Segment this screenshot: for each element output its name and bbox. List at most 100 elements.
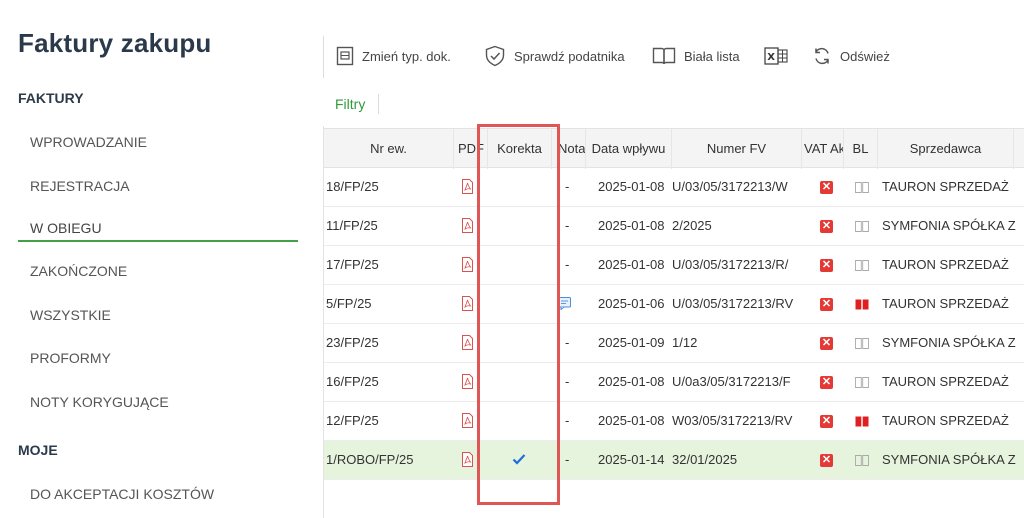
white-list-book-icon[interactable] <box>855 182 869 193</box>
white-list-button[interactable]: Biała lista <box>652 40 740 72</box>
cell-numer-fv: W03/05/3172213/RV <box>672 413 793 428</box>
sidebar-item-noty-korygujace[interactable]: NOTY KORYGUJĄCE <box>30 394 298 410</box>
refresh-label: Odśwież <box>840 48 890 64</box>
col-nr-ew[interactable]: Nr ew. <box>324 129 454 169</box>
cell-sprzedawca: TAURON SPRZEDAŻ <box>882 257 1009 272</box>
sidebar: Faktury zakupu FAKTURY WPROWADZANIE REJE… <box>0 0 312 518</box>
cell-numer-fv: 32/01/2025 <box>672 452 738 467</box>
excel-icon: X <box>764 47 788 65</box>
cell-sprzedawca: SYMFONIA SPÓŁKA Z <box>882 335 1016 350</box>
pdf-icon[interactable] <box>462 374 473 389</box>
sidebar-item-w-obiegu[interactable]: W OBIEGU <box>30 220 298 236</box>
vat-error-icon: ✕ <box>820 415 833 428</box>
vat-error-icon: ✕ <box>820 376 833 389</box>
col-numer-fv[interactable]: Numer FV <box>672 129 802 169</box>
verify-taxpayer-label: Sprawdź podatnika <box>514 48 625 64</box>
book-icon <box>652 47 676 65</box>
cell-nota: - <box>565 218 570 233</box>
table-row[interactable]: 12/FP/25 - 2025-01-08 W03/05/3172213/RV ✕ TAU… <box>324 402 1024 441</box>
cell-sprzedawca: SYMFONIA SPÓŁKA Z <box>882 452 1016 467</box>
sidebar-item-rejestracja[interactable]: REJESTRACJA <box>30 178 298 194</box>
cell-data-wplywu: 2025-01-08 <box>598 257 665 272</box>
table-row[interactable]: 5/FP/25 2025-01-06 U/03/05/3172213/RV ✕ TAUR… <box>324 285 1024 324</box>
vat-error-icon: ✕ <box>820 220 833 233</box>
svg-text:X: X <box>767 52 775 63</box>
cell-data-wplywu: 2025-01-14 <box>598 452 665 467</box>
cell-data-wplywu: 2025-01-08 <box>598 413 665 428</box>
table-row[interactable]: 16/FP/25 - 2025-01-08 U/0a3/05/3172213/F ✕ TA… <box>324 363 1024 402</box>
cell-data-wplywu: 2025-01-08 <box>598 179 665 194</box>
pdf-icon[interactable] <box>462 296 473 311</box>
cell-nota: - <box>565 374 570 389</box>
white-list-book-icon[interactable] <box>855 221 869 232</box>
note-icon[interactable] <box>558 297 571 310</box>
table-row[interactable]: 1/ROBO/FP/25 - 2025-01-14 32/01/2025 ✕ SYMFON… <box>324 441 1024 480</box>
sidebar-item-wprowadzanie[interactable]: WPROWADZANIE <box>30 134 298 150</box>
cell-sprzedawca: TAURON SPRZEDAŻ <box>882 179 1009 194</box>
table-row[interactable]: 17/FP/25 - 2025-01-08 U/03/05/3172213/R/ ✕ TA… <box>324 246 1024 285</box>
col-nota[interactable]: Nota <box>552 129 586 169</box>
sidebar-item-zakonczone[interactable]: ZAKOŃCZONE <box>30 263 298 279</box>
cell-nr-ew: 5/FP/25 <box>326 296 372 311</box>
pdf-icon[interactable] <box>462 452 473 467</box>
white-list-red-book-icon[interactable] <box>855 416 869 427</box>
filters-link[interactable]: Filtry <box>335 96 365 112</box>
cell-nr-ew: 1/ROBO/FP/25 <box>326 452 414 467</box>
cell-data-wplywu: 2025-01-06 <box>598 296 665 311</box>
vat-error-icon: ✕ <box>820 337 833 350</box>
col-data-wplywu[interactable]: Data wpływu <box>586 129 672 169</box>
check-icon <box>512 454 526 465</box>
page-title: Faktury zakupu <box>18 28 212 58</box>
col-vat-ak[interactable]: VAT Ak <box>802 129 844 169</box>
white-list-red-book-icon[interactable] <box>855 299 869 310</box>
pdf-icon[interactable] <box>462 335 473 350</box>
cell-sprzedawca: TAURON SPRZEDAŻ <box>882 296 1009 311</box>
vat-error-icon: ✕ <box>820 298 833 311</box>
cell-nr-ew: 17/FP/25 <box>326 257 379 272</box>
cell-nr-ew: 23/FP/25 <box>326 335 379 350</box>
change-type-button[interactable]: Zmień typ. dok. <box>336 40 451 72</box>
cell-sprzedawca: SYMFONIA SPÓŁKA Z <box>882 218 1016 233</box>
change-type-label: Zmień typ. dok. <box>362 48 451 64</box>
cell-nota: - <box>565 257 570 272</box>
cell-data-wplywu: 2025-01-08 <box>598 374 665 389</box>
table-row[interactable]: 18/FP/25 - 2025-01-08 U/03/05/3172213/W ✕ TAU… <box>324 168 1024 207</box>
white-list-book-icon[interactable] <box>855 377 869 388</box>
cell-sprzedawca: TAURON SPRZEDAŻ <box>882 374 1009 389</box>
sidebar-item-wszystkie[interactable]: WSZYSTKIE <box>30 307 298 323</box>
cell-nr-ew: 12/FP/25 <box>326 413 379 428</box>
cell-data-wplywu: 2025-01-08 <box>598 218 665 233</box>
col-korekta[interactable]: Korekta <box>488 129 552 169</box>
sidebar-item-do-akceptacji-kosztow[interactable]: DO AKCEPTACJI KOSZTÓW <box>30 486 298 502</box>
document-type-icon <box>336 46 354 66</box>
refresh-icon <box>815 47 829 65</box>
col-bl[interactable]: BL <box>844 129 878 169</box>
col-sprzedawca[interactable]: Sprzedawca <box>878 129 1014 169</box>
table-row[interactable]: 23/FP/25 - 2025-01-09 1/12 ✕ SYMFONIA SPÓŁKA … <box>324 324 1024 363</box>
white-list-book-icon[interactable] <box>855 260 869 271</box>
cell-numer-fv: 1/12 <box>672 335 698 350</box>
col-pdf[interactable]: PDF <box>454 129 488 169</box>
white-list-book-icon[interactable] <box>855 338 869 349</box>
white-list-book-icon[interactable] <box>855 455 869 466</box>
cell-numer-fv: 2/2025 <box>672 218 712 233</box>
sidebar-item-proformy[interactable]: PROFORMY <box>30 350 298 366</box>
toolbar-separator <box>323 36 324 78</box>
section-faktury: FAKTURY <box>18 90 84 106</box>
section-moje: MOJE <box>18 442 58 458</box>
cell-data-wplywu: 2025-01-09 <box>598 335 665 350</box>
cell-nr-ew: 16/FP/25 <box>326 374 379 389</box>
cell-numer-fv: U/0a3/05/3172213/F <box>672 374 791 389</box>
pdf-icon[interactable] <box>462 413 473 428</box>
shield-check-icon <box>485 45 505 67</box>
verify-taxpayer-button[interactable]: Sprawdź podatnika <box>484 40 625 72</box>
pdf-icon[interactable] <box>462 257 473 272</box>
pdf-icon[interactable] <box>462 218 473 233</box>
cell-numer-fv: U/03/05/3172213/W <box>672 179 788 194</box>
table-row[interactable]: 11/FP/25 - 2025-01-08 2/2025 ✕ SYMFONIA SPÓŁK… <box>324 207 1024 246</box>
refresh-button[interactable]: Odśwież <box>812 40 890 72</box>
export-excel-button[interactable]: X <box>764 40 796 72</box>
pdf-icon[interactable] <box>462 179 473 194</box>
vat-error-icon: ✕ <box>820 454 833 467</box>
vat-error-icon: ✕ <box>820 259 833 272</box>
